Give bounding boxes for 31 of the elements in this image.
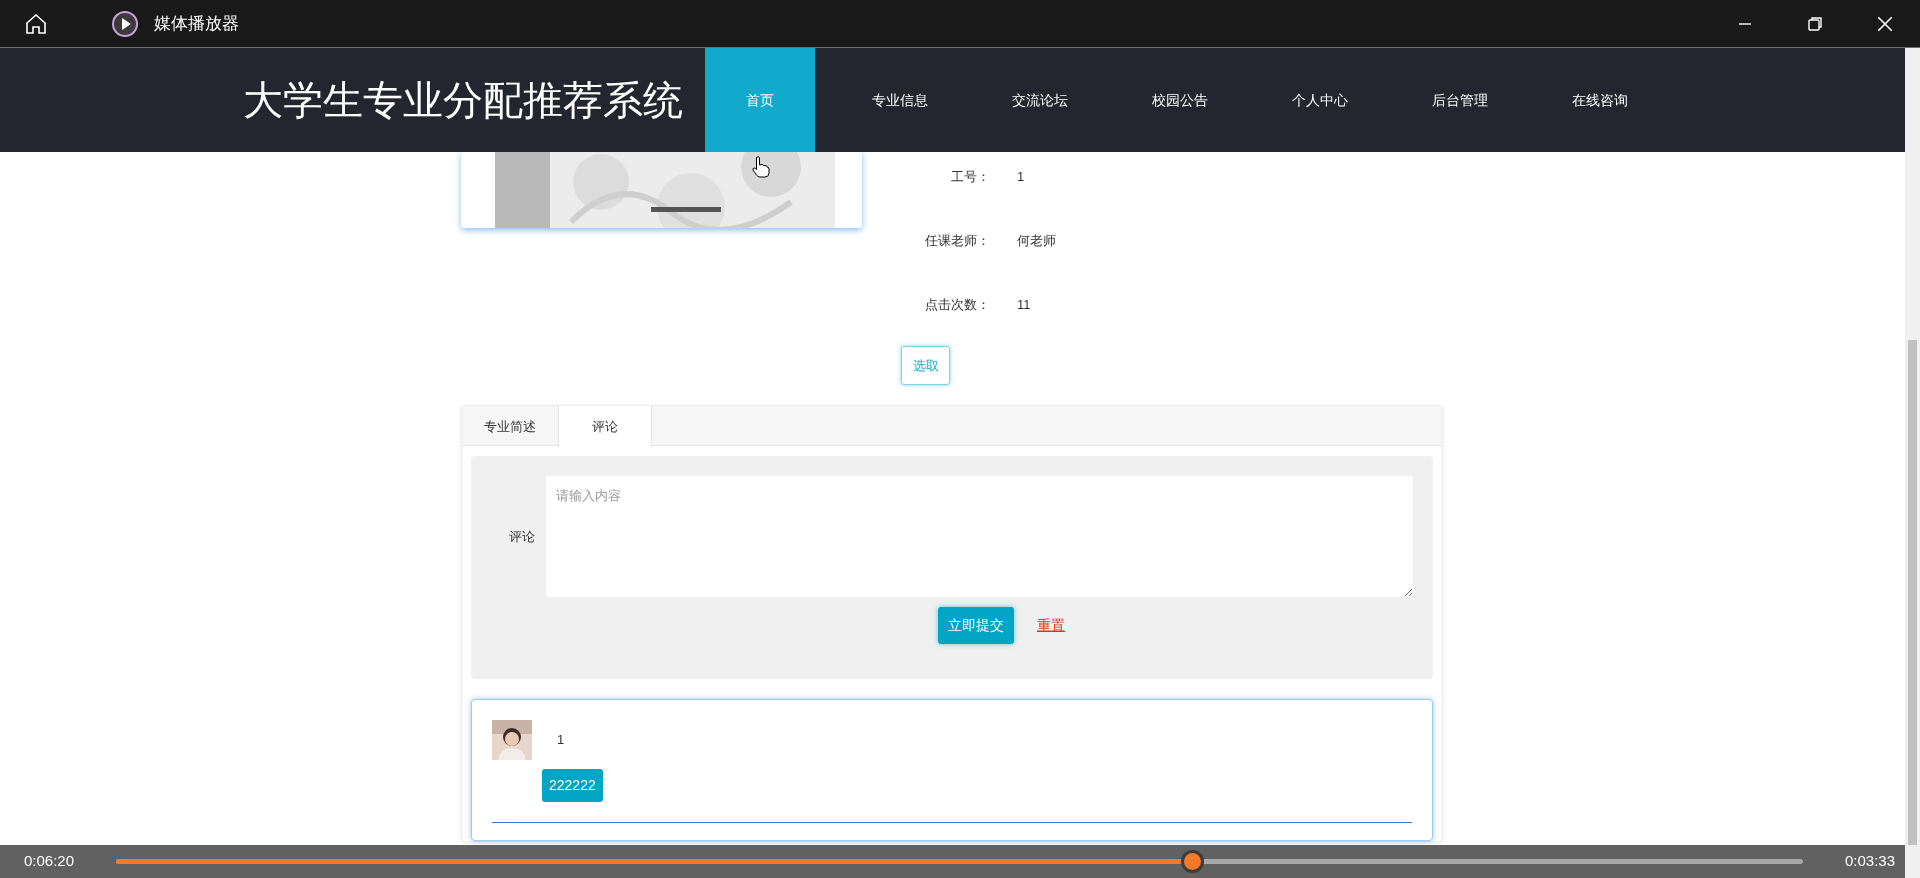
tab[interactable]: 专业简述 bbox=[462, 406, 558, 447]
nav-link[interactable]: 个人中心 bbox=[1265, 48, 1375, 152]
field-label: 评论 bbox=[508, 527, 535, 546]
comment-author: 1 bbox=[557, 731, 565, 750]
site-title: 大学生专业分配推荐系统 bbox=[243, 77, 684, 124]
field-label: 工号： bbox=[950, 168, 990, 187]
tab[interactable]: 评论 bbox=[558, 406, 652, 447]
nav-link[interactable]: 校园公告 bbox=[1125, 48, 1235, 152]
restore-icon[interactable] bbox=[1807, 15, 1823, 32]
elapsed-time: 0:06:20 bbox=[24, 851, 76, 872]
window-title: 媒体播放器 bbox=[154, 12, 239, 35]
field-value: 1 bbox=[1017, 168, 1025, 187]
comment-text: 222222 bbox=[542, 769, 603, 802]
play-icon bbox=[111, 9, 139, 38]
scrollbar[interactable] bbox=[1905, 48, 1920, 878]
home-icon[interactable] bbox=[24, 11, 48, 36]
nav-link[interactable]: 交流论坛 bbox=[985, 48, 1095, 152]
hand-cursor-icon bbox=[752, 156, 770, 178]
seek-track[interactable] bbox=[116, 850, 1803, 873]
seek-handle[interactable] bbox=[1181, 850, 1205, 873]
remaining-time: 0:03:33 bbox=[1844, 851, 1895, 872]
close-icon[interactable] bbox=[1876, 14, 1894, 33]
field-label: 点击次数： bbox=[924, 296, 990, 315]
field-label: 任课老师： bbox=[924, 232, 990, 251]
reset-link[interactable]: 重置 bbox=[1037, 615, 1065, 636]
nav-link[interactable]: 专业信息 bbox=[845, 48, 955, 152]
comment-input[interactable]: 请输入内容 bbox=[546, 476, 1413, 597]
field-value: 11 bbox=[1017, 296, 1031, 315]
field-value: 何老师 bbox=[1017, 232, 1056, 251]
nav-link[interactable]: 在线咨询 bbox=[1545, 48, 1655, 152]
nav-link[interactable]: 后台管理 bbox=[1405, 48, 1515, 152]
